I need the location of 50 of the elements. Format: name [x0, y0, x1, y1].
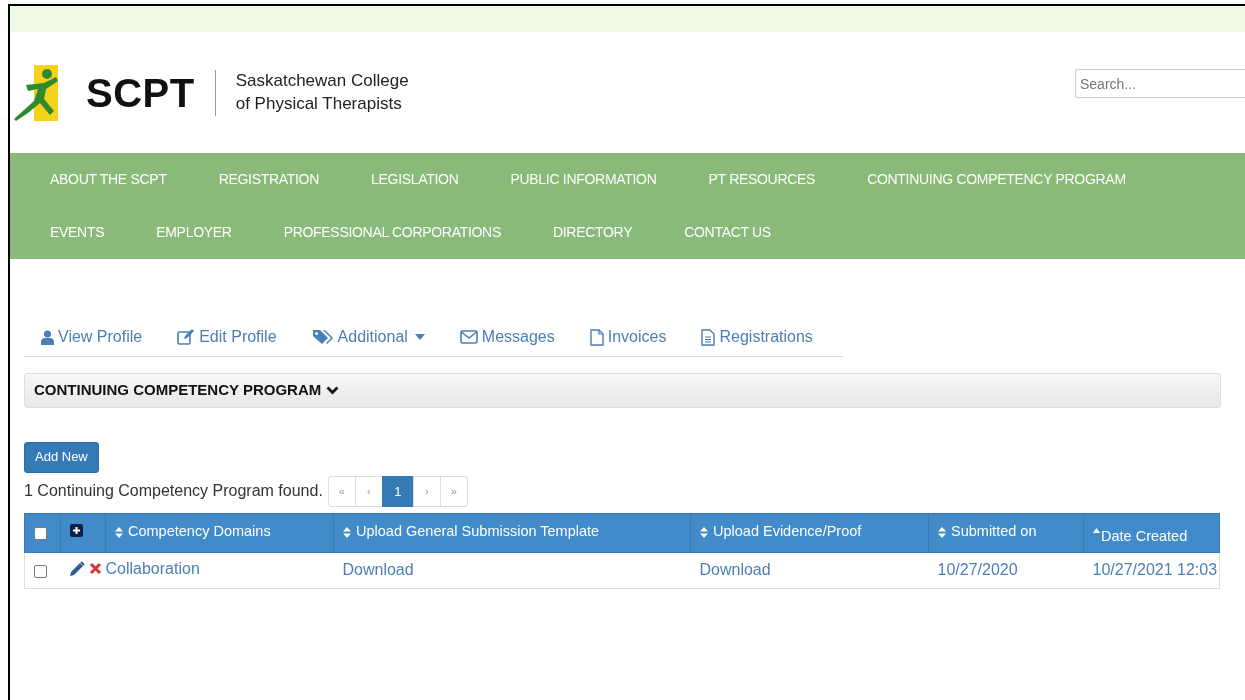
menu-link[interactable]: EMPLOYER [130, 206, 258, 259]
table-link[interactable]: Download [342, 561, 414, 579]
profile-tab[interactable]: Registrations [684, 317, 831, 351]
delete-icon[interactable] [88, 562, 102, 576]
sort-icon [115, 526, 123, 538]
menu-link[interactable]: LEGISLATION [345, 153, 485, 206]
menu-link[interactable]: REGISTRATION [192, 153, 345, 206]
profile-tab[interactable]: View Profile [24, 317, 161, 351]
sort-ascending-icon [1093, 528, 1100, 533]
sort-icon [700, 526, 708, 538]
document-icon [701, 328, 716, 346]
page-link[interactable]: ‹ [354, 475, 383, 507]
pencil-icon[interactable] [68, 560, 85, 577]
chevron-down-icon [326, 386, 340, 395]
profile-tab[interactable]: Messages [442, 317, 573, 351]
profile-tab[interactable]: Additional [294, 317, 443, 351]
table-link[interactable]: Collaboration [105, 556, 200, 581]
menu-link[interactable]: PUBLIC INFORMATION [484, 153, 683, 206]
profile-tab[interactable]: Invoices [572, 317, 685, 351]
edit-icon [177, 329, 196, 345]
expand-all-icon[interactable] [70, 524, 83, 537]
menu-link[interactable]: CONTINUING COMPETENCY PROGRAM [841, 153, 1152, 206]
table-link[interactable]: Download [699, 561, 771, 579]
page-link[interactable]: « [327, 475, 356, 507]
user-icon [41, 329, 54, 345]
menu-link[interactable]: DIRECTORY [526, 206, 659, 259]
envelope-icon [459, 330, 478, 344]
page-link[interactable]: » [439, 475, 468, 507]
search-field[interactable]: Search... [1075, 69, 1245, 98]
menu-link[interactable]: EVENTS [24, 206, 131, 259]
menu-link[interactable]: CONTACT US [658, 206, 797, 259]
add-new-button[interactable]: Add New [24, 442, 99, 473]
profile-tab[interactable]: Edit Profile [160, 317, 295, 351]
menu-link[interactable]: PROFESSIONAL CORPORATIONS [257, 206, 527, 259]
tag-icon [311, 329, 334, 345]
table-link[interactable]: 10/27/2020 [937, 561, 1018, 579]
file-icon [589, 328, 604, 346]
sort-icon [343, 526, 351, 538]
logo-text: SCPT [86, 72, 195, 113]
result-count: 1 Continuing Competency Program found. [24, 480, 323, 501]
page-link[interactable]: 1 [381, 475, 414, 507]
page-link[interactable]: › [412, 475, 441, 507]
table-link[interactable]: 10/27/2021 12:03 [1092, 561, 1218, 579]
select-all-checkbox[interactable] [34, 526, 47, 540]
section-toggle[interactable]: CONTINUING COMPETENCY PROGRAM [34, 379, 340, 402]
menu-link[interactable]: ABOUT THE SCPT [24, 153, 193, 206]
menu-link[interactable]: PT RESOURCES [682, 153, 842, 206]
sort-icon [938, 526, 946, 538]
organization-name: Saskatchewan College of Physical Therapists [235, 70, 409, 115]
row-checkbox[interactable] [34, 564, 47, 578]
